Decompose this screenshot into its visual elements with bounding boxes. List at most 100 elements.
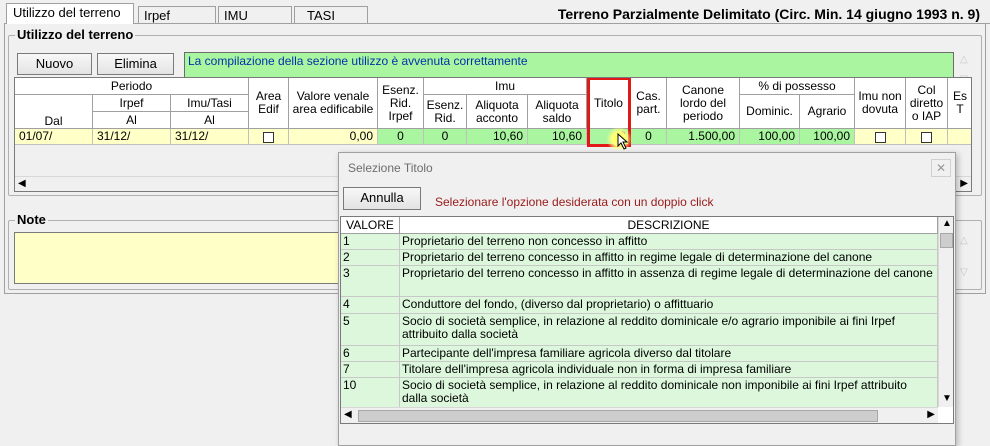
cell-imu-al[interactable]: 31/12/: [171, 129, 249, 145]
row-descrizione: Socio di società semplice, in relazione …: [400, 378, 938, 408]
cell-valore-venale[interactable]: 0,00: [289, 129, 378, 145]
chevron-down-icon: ▽: [960, 267, 968, 278]
list-item[interactable]: 1 Proprietario del terreno non concesso …: [341, 234, 938, 250]
list-item[interactable]: 3 Proprietario del terreno concesso in a…: [341, 266, 938, 297]
header-canone: Canone lordo del periodo: [667, 78, 740, 129]
list-item[interactable]: 4 Conduttore del fondo, (diverso dal pro…: [341, 297, 938, 314]
dialog-vscrollbar[interactable]: ▲ ▼: [938, 217, 953, 407]
scroll-right-icon[interactable]: ▶: [927, 409, 935, 420]
area-edif-checkbox[interactable]: [263, 131, 274, 143]
row-valore: 4: [341, 297, 400, 314]
header-aliquota-acconto: Aliquota acconto: [467, 95, 528, 129]
header-cas-part: Cas. part.: [631, 78, 667, 129]
chevron-up-icon: △: [960, 235, 968, 246]
list-item[interactable]: 10 Socio di società semplice, in relazio…: [341, 378, 938, 408]
cell-area-edif[interactable]: [249, 129, 289, 145]
header-dal: Dal: [15, 95, 93, 129]
tab-label: IMU: [224, 8, 248, 23]
header-irpef: Irpef: [93, 95, 171, 112]
header-imu: Imu: [424, 78, 587, 95]
row-valore: 1: [341, 234, 400, 250]
chevron-up-icon: △: [960, 54, 968, 65]
cell-agrario[interactable]: 100,00: [800, 129, 855, 145]
cell-irpef-al[interactable]: 31/12/: [93, 129, 171, 145]
header-es-t: Es T: [948, 78, 971, 129]
header-valore-venale: Valore venale area edificabile: [289, 78, 378, 129]
cell-cas-part[interactable]: 0: [631, 129, 667, 145]
note-label: Note: [15, 212, 48, 227]
dialog-hscrollbar[interactable]: ◀ ▶: [341, 407, 938, 423]
row-valore: 10: [341, 378, 400, 408]
nuovo-button[interactable]: Nuovo: [17, 53, 92, 75]
dialog-title: Selezione Titolo: [348, 161, 433, 175]
titolo-table: VALORE DESCRIZIONE 1 Proprietario del te…: [340, 216, 954, 424]
cell-canone[interactable]: 1.500,00: [667, 129, 740, 145]
section-title: Utilizzo del terreno: [15, 27, 136, 42]
header-area-edif: Area Edif: [249, 78, 289, 129]
col-diretto-checkbox[interactable]: [921, 131, 932, 143]
scroll-thumb[interactable]: [940, 233, 953, 248]
header-aliquota-saldo: Aliquota saldo: [528, 95, 587, 129]
imu-non-dovuta-checkbox[interactable]: [874, 131, 886, 143]
header-col-diretto: Col diretto o IAP: [906, 78, 948, 129]
cell-dal[interactable]: 01/07/: [15, 129, 93, 145]
row-descrizione: Proprietario del terreno concesso in aff…: [400, 250, 938, 266]
cell-esenz-rid-irpef[interactable]: 0: [378, 129, 424, 145]
scroll-left-icon[interactable]: ◀: [18, 178, 26, 189]
annulla-button[interactable]: Annulla: [343, 187, 421, 210]
row-valore: 5: [341, 314, 400, 346]
elimina-button[interactable]: Elimina: [97, 53, 174, 75]
tab-label: Irpef: [144, 8, 171, 23]
close-icon[interactable]: ✕: [931, 159, 951, 177]
header-esenz-rid: Esenz. Rid.: [424, 95, 467, 129]
row-descrizione: Proprietario del terreno concesso in aff…: [400, 266, 938, 297]
scroll-left-icon[interactable]: ◀: [344, 409, 352, 420]
row-descrizione: Socio di società semplice, in relazione …: [400, 314, 938, 346]
scroll-down-icon[interactable]: ▼: [942, 393, 952, 404]
scroll-right-icon[interactable]: ▶: [960, 178, 968, 189]
tab-bar: Utilizzo del terreno Irpef IMU TASI Terr…: [0, 0, 990, 24]
cell-esenz-rid[interactable]: 0: [424, 129, 467, 145]
col-header-descrizione: DESCRIZIONE: [400, 217, 938, 234]
header-esenz-rid-irpef: Esenz. Rid. Irpef: [378, 78, 424, 129]
scroll-up-icon[interactable]: ▲: [942, 218, 952, 229]
scroll-thumb[interactable]: [358, 410, 878, 422]
col-header-valore: VALORE: [341, 217, 400, 234]
row-valore: 2: [341, 250, 400, 266]
row-valore: 3: [341, 266, 400, 297]
tab-label: Utilizzo del terreno: [13, 5, 121, 20]
list-item[interactable]: 5 Socio di società semplice, in relazion…: [341, 314, 938, 346]
header-imu-tasi: Imu/Tasi: [171, 95, 249, 112]
cell-aliquota-saldo[interactable]: 10,60: [528, 129, 587, 145]
page-title: Terreno Parzialmente Delimitato (Circ. M…: [557, 6, 980, 22]
cell-aliquota-acconto[interactable]: 10,60: [467, 129, 528, 145]
row-descrizione: Titolare dell'impresa agricola individua…: [400, 362, 938, 378]
dialog-hint: Selezionare l'opzione desiderata con un …: [435, 195, 714, 209]
mouse-cursor-icon: [617, 133, 629, 150]
row-valore: 7: [341, 362, 400, 378]
cell-es-t[interactable]: [948, 129, 971, 145]
tab-tasi[interactable]: TASI: [294, 6, 368, 24]
list-item[interactable]: 7 Titolare dell'impresa agricola individ…: [341, 362, 938, 378]
header-periodo: Periodo: [15, 78, 249, 95]
tab-irpef[interactable]: Irpef: [138, 6, 216, 24]
tab-utilizzo-terreno[interactable]: Utilizzo del terreno: [6, 3, 134, 24]
row-descrizione: Conduttore del fondo, (diverso dal propr…: [400, 297, 938, 314]
cell-dominic[interactable]: 100,00: [740, 129, 800, 145]
header-dominic: Dominic.: [740, 95, 800, 129]
tab-imu[interactable]: IMU: [218, 6, 292, 24]
header-irpef-al: Al: [93, 112, 171, 129]
header-possesso: % di possesso: [740, 78, 855, 95]
cell-col-diretto[interactable]: [906, 129, 948, 145]
header-imu-al: Al: [171, 112, 249, 129]
list-item[interactable]: 2 Proprietario del terreno concesso in a…: [341, 250, 938, 266]
list-item[interactable]: 6 Partecipante dell'impresa familiare ag…: [341, 346, 938, 362]
tab-label: TASI: [307, 8, 335, 23]
selezione-titolo-dialog: Selezione Titolo ✕ Annulla Selezionare l…: [338, 152, 956, 446]
header-agrario: Agrario: [800, 95, 855, 129]
row-descrizione: Partecipante dell'impresa familiare agri…: [400, 346, 938, 362]
cell-imu-non-dovuta[interactable]: [855, 129, 906, 145]
header-imu-non-dovuta: Imu non dovuta: [855, 78, 906, 129]
row-descrizione: Proprietario del terreno non concesso in…: [400, 234, 938, 250]
row-valore: 6: [341, 346, 400, 362]
